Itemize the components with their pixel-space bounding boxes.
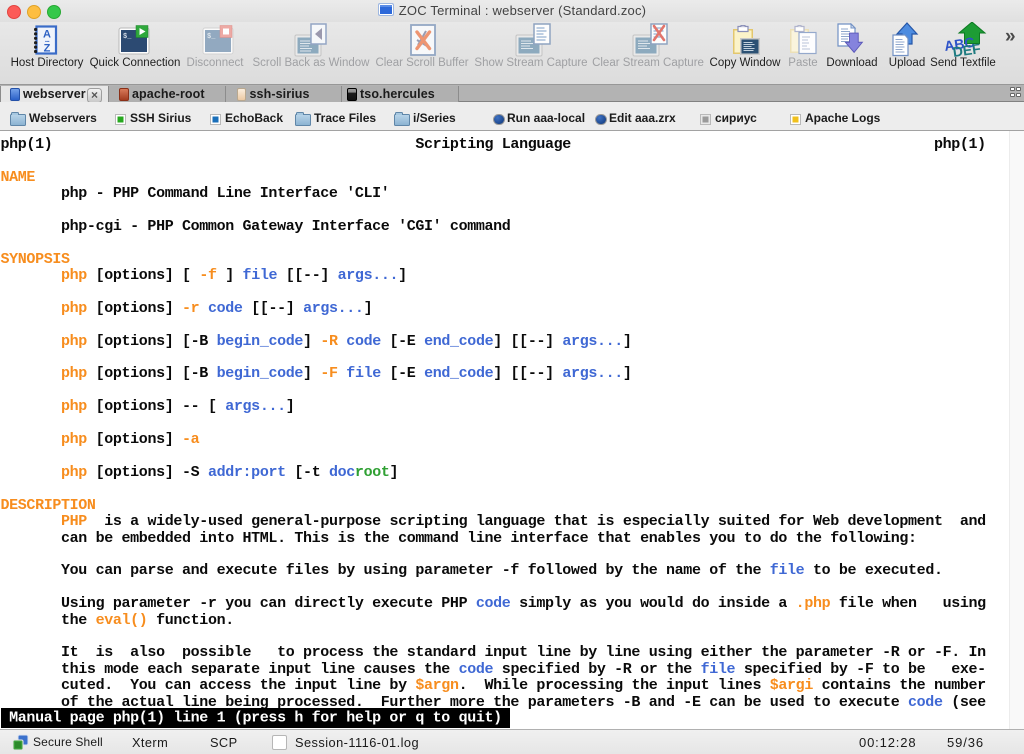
- svg-text:DEF: DEF: [952, 40, 982, 58]
- svg-text:$_: $_: [123, 33, 132, 41]
- svg-text:Z: Z: [44, 43, 51, 55]
- svg-text:$_: $_: [207, 33, 216, 41]
